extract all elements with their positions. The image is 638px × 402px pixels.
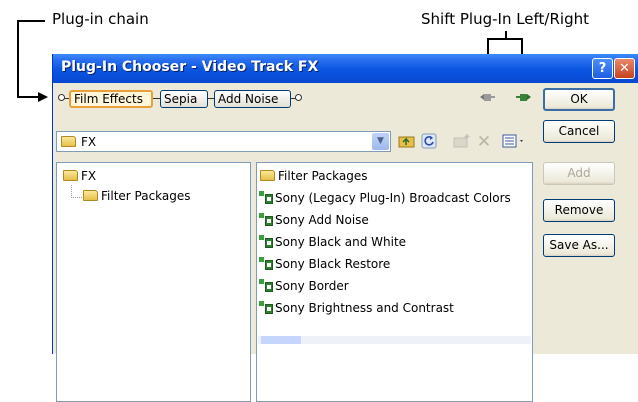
tree-connector (71, 185, 82, 198)
up-folder-icon[interactable] (397, 133, 417, 152)
folder-icon (63, 170, 78, 181)
list-item[interactable]: Sony Black Restore (259, 257, 390, 271)
chain-end-node (295, 94, 302, 101)
folder-icon (260, 170, 275, 181)
list-item[interactable]: Sony Border (259, 279, 349, 293)
chain-item-sepia[interactable]: Sepia (160, 90, 208, 108)
remove-button[interactable]: Remove (543, 199, 615, 222)
plugin-icon (259, 235, 273, 249)
path-combo[interactable]: FX ▼ (56, 131, 391, 152)
plugin-chain-callout: Plug-in chain (52, 10, 149, 28)
callout-arrow-icon (38, 92, 48, 102)
chevron-down-icon[interactable]: ▼ (372, 133, 389, 150)
close-button[interactable]: ✕ (614, 58, 635, 79)
callout-line-pointer (17, 96, 39, 98)
folder-tree: FX Filter Packages (56, 162, 251, 402)
plugin-list: Filter Packages Sony (Legacy Plug-In) Br… (256, 162, 533, 402)
list-item[interactable]: Filter Packages (260, 169, 368, 183)
list-item-label: Sony (Legacy Plug-In) Broadcast Colors (275, 191, 511, 205)
list-item[interactable]: Sony Brightness and Contrast (259, 301, 454, 315)
refresh-icon[interactable] (419, 133, 439, 152)
plugin-icon (259, 257, 273, 271)
delete-icon[interactable]: ✕ (474, 133, 494, 152)
chain-link (153, 98, 160, 99)
plugin-icon (259, 213, 273, 227)
tree-item-fx[interactable]: FX (63, 169, 96, 183)
list-item-label: Filter Packages (278, 169, 368, 183)
tree-item-label: Filter Packages (101, 189, 191, 203)
path-value: FX (81, 135, 97, 149)
list-item-label: Sony Add Noise (275, 213, 369, 227)
horizontal-scrollbar[interactable] (258, 336, 531, 344)
callout-line-vertical (17, 20, 19, 97)
list-item-label: Sony Border (275, 279, 349, 293)
new-folder-icon[interactable] (452, 133, 472, 152)
scrollbar-thumb[interactable] (261, 336, 301, 344)
shift-callout-line-center (505, 31, 507, 40)
tree-item-label: FX (81, 169, 97, 183)
help-button[interactable]: ? (592, 58, 613, 79)
list-item[interactable]: Sony (Legacy Plug-In) Broadcast Colors (259, 191, 511, 205)
plugin-icon (259, 279, 273, 293)
callout-line-horizontal (17, 20, 45, 22)
shift-callout: Shift Plug-In Left/Right (421, 10, 589, 28)
shift-plugin-right-icon[interactable] (515, 91, 531, 106)
chain-item-add-noise[interactable]: Add Noise (214, 90, 291, 108)
plugin-chooser-window: Plug-In Chooser - Video Track FX ? ✕ Fil… (52, 54, 638, 402)
plugin-icon (259, 301, 273, 315)
folder-icon (83, 190, 98, 201)
save-as-button[interactable]: Save As... (543, 234, 615, 257)
list-item-label: Sony Brightness and Contrast (275, 301, 454, 315)
view-options-icon[interactable] (501, 133, 527, 152)
list-item-label: Sony Black Restore (275, 257, 391, 271)
add-button[interactable]: Add (543, 162, 615, 185)
title-bar: Plug-In Chooser - Video Track FX ? ✕ (53, 54, 638, 83)
shift-plugin-left-icon[interactable] (480, 91, 496, 106)
cancel-button[interactable]: Cancel (543, 120, 615, 143)
list-item-label: Sony Black and White (275, 235, 407, 249)
ok-button[interactable]: OK (543, 88, 615, 111)
chain-item-film-effects[interactable]: Film Effects (69, 90, 153, 108)
plugin-icon (259, 191, 273, 205)
list-item[interactable]: Sony Black and White (259, 235, 406, 249)
window-title: Plug-In Chooser - Video Track FX (61, 59, 319, 75)
list-item[interactable]: Sony Add Noise (259, 213, 369, 227)
folder-icon (61, 136, 76, 147)
tree-item-filter-packages[interactable]: Filter Packages (83, 189, 191, 203)
